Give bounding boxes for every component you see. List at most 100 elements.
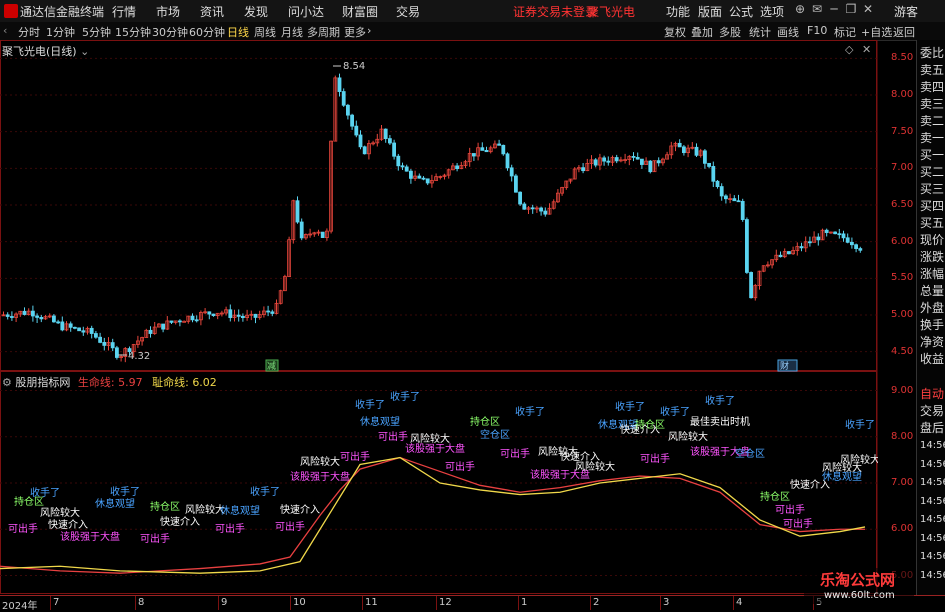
candle-body [631, 156, 636, 158]
btn-fuquan[interactable]: 复权 [664, 24, 686, 40]
period-weekly[interactable]: 周线 [254, 24, 276, 40]
settings-icon[interactable]: ◇ [845, 43, 853, 56]
more-chevron-icon[interactable]: › [367, 24, 371, 37]
btn-diejia[interactable]: 叠加 [691, 24, 713, 40]
candle-body [194, 319, 199, 322]
sidebar-item[interactable]: 收益 [920, 350, 944, 367]
menu-shichang[interactable]: 市场 [156, 3, 180, 20]
chart-area[interactable]: 持仓区可出手收手了风险较大快速介入该股强于大盘休息观望收手了可出手快速介入持仓区… [0, 40, 878, 595]
candle-body [94, 333, 98, 338]
sidebar-item[interactable]: 交易 [920, 402, 944, 419]
menu-caifuquan[interactable]: 财富圈 [342, 3, 378, 20]
menu-zixun[interactable]: 资讯 [200, 3, 224, 20]
candle-body [602, 157, 606, 162]
sidebar-item[interactable]: 14:56 [920, 496, 945, 507]
period-5min[interactable]: 5分钟 [82, 24, 111, 40]
sidebar-item[interactable]: 14:56 [920, 514, 945, 525]
menu-faxian[interactable]: 发现 [244, 3, 268, 20]
period-1min[interactable]: 1分钟 [46, 24, 75, 40]
minimize-icon[interactable]: ─ [827, 2, 841, 18]
candle-body [677, 142, 682, 148]
sidebar-item[interactable]: 卖一 [920, 129, 944, 146]
btn-zixuan[interactable]: +自选 [861, 24, 892, 40]
close-icon[interactable]: ✕ [861, 2, 875, 18]
sidebar-item[interactable]: 买三 [920, 180, 944, 197]
candle-body [505, 153, 510, 169]
signal-label: 该股强于大盘 [405, 442, 465, 455]
candle-body [148, 329, 153, 334]
menu-hangqing[interactable]: 行情 [112, 3, 136, 20]
period-monthly[interactable]: 月线 [281, 24, 303, 40]
sidebar-item[interactable]: 现价 [920, 231, 944, 248]
main-axis-tick: 4.50 [891, 345, 914, 357]
candle-body [539, 207, 543, 212]
candle-body [497, 143, 502, 146]
sidebar-item[interactable]: 买一 [920, 146, 944, 163]
btn-f10[interactable]: F10 [807, 24, 827, 37]
sidebar-item[interactable]: 卖五 [920, 61, 944, 78]
close-pane-icon[interactable]: ✕ [862, 43, 871, 56]
sidebar-item[interactable]: 卖三 [920, 95, 944, 112]
menu-gongshi[interactable]: 公式 [729, 3, 753, 20]
btn-duogu[interactable]: 多股 [719, 24, 741, 40]
nav-left-icon[interactable]: ‹ [3, 24, 7, 37]
user-label[interactable]: 游客 [894, 3, 918, 20]
sidebar-item[interactable]: 净资 [920, 333, 944, 350]
sidebar-item[interactable]: 14:56 [920, 477, 945, 488]
signal-label: 可出手 [378, 430, 408, 443]
indicator-settings-icon[interactable]: ⚙ [2, 376, 12, 389]
menu-xuanxiang[interactable]: 选项 [760, 3, 784, 20]
signal-label: 持仓区 [635, 418, 665, 431]
sidebar-item[interactable]: 买五 [920, 214, 944, 231]
signal-label: 收手了 [30, 486, 60, 499]
sidebar-item[interactable]: 外盘 [920, 299, 944, 316]
title-bar: 通达信金融终端 行情 市场 资讯 发现 问小达 财富圈 交易 证券交易未登录 聚… [0, 0, 945, 23]
message-icon[interactable]: ✉ [810, 2, 824, 18]
sidebar-item[interactable]: 14:56 [920, 570, 945, 581]
trade-login-warning[interactable]: 证券交易未登录 [513, 3, 597, 20]
sidebar-item[interactable]: 14:56 [920, 459, 945, 470]
btn-huaxian[interactable]: 画线 [777, 24, 799, 40]
period-60min[interactable]: 60分钟 [189, 24, 225, 40]
btn-fanhui[interactable]: 返回 [893, 24, 915, 40]
menu-wenxiaoda[interactable]: 问小达 [288, 3, 324, 20]
sidebar-item[interactable]: 14:56 [920, 440, 945, 451]
period-15min[interactable]: 15分钟 [115, 24, 151, 40]
restore-icon[interactable]: ❐ [844, 2, 858, 18]
death-line [0, 456, 866, 574]
candle-body [81, 330, 86, 333]
sidebar-item[interactable]: 涨幅 [920, 265, 944, 282]
title-dropdown-icon[interactable]: ⌄ [80, 45, 89, 58]
date-tick-mark [733, 596, 734, 610]
sidebar-item[interactable]: 买四 [920, 197, 944, 214]
period-multi[interactable]: 多周期 [307, 24, 340, 40]
menu-gongneng[interactable]: 功能 [666, 3, 690, 20]
menu-jiaoyi[interactable]: 交易 [396, 3, 420, 20]
btn-biaoji[interactable]: 标记 [834, 24, 856, 40]
candle-body [236, 314, 241, 317]
candle-body [854, 244, 858, 249]
period-fenshi[interactable]: 分时 [18, 24, 40, 40]
account-icon[interactable]: ⊕ [793, 2, 807, 18]
sidebar-item[interactable]: 总量 [920, 282, 944, 299]
sidebar-item[interactable]: 买二 [920, 163, 944, 180]
period-30min[interactable]: 30分钟 [152, 24, 188, 40]
date-tick: 7 [53, 597, 60, 608]
sidebar-item[interactable]: 换手 [920, 316, 944, 333]
sidebar-item[interactable]: 14:56 [920, 533, 945, 544]
sidebar-item[interactable]: 14:56 [920, 551, 945, 562]
candle-body [501, 144, 506, 155]
signal-label: 最佳卖出时机 [690, 415, 750, 428]
btn-tongji[interactable]: 统计 [749, 24, 771, 40]
period-daily[interactable]: 日线 [227, 24, 249, 40]
sidebar-item[interactable]: 委比 [920, 44, 944, 61]
sidebar-item[interactable]: 盘后 [920, 419, 944, 436]
sidebar-item[interactable]: 卖二 [920, 112, 944, 129]
menu-banmian[interactable]: 版面 [698, 3, 722, 20]
sidebar-item[interactable]: 卖四 [920, 78, 944, 95]
sidebar-item[interactable]: 涨跌 [920, 248, 944, 265]
candle-body [694, 146, 699, 156]
indicator-name[interactable]: 股朋指标网 [15, 376, 70, 389]
period-more[interactable]: 更多 [344, 24, 366, 40]
sidebar-item[interactable]: 自动 [920, 385, 944, 402]
